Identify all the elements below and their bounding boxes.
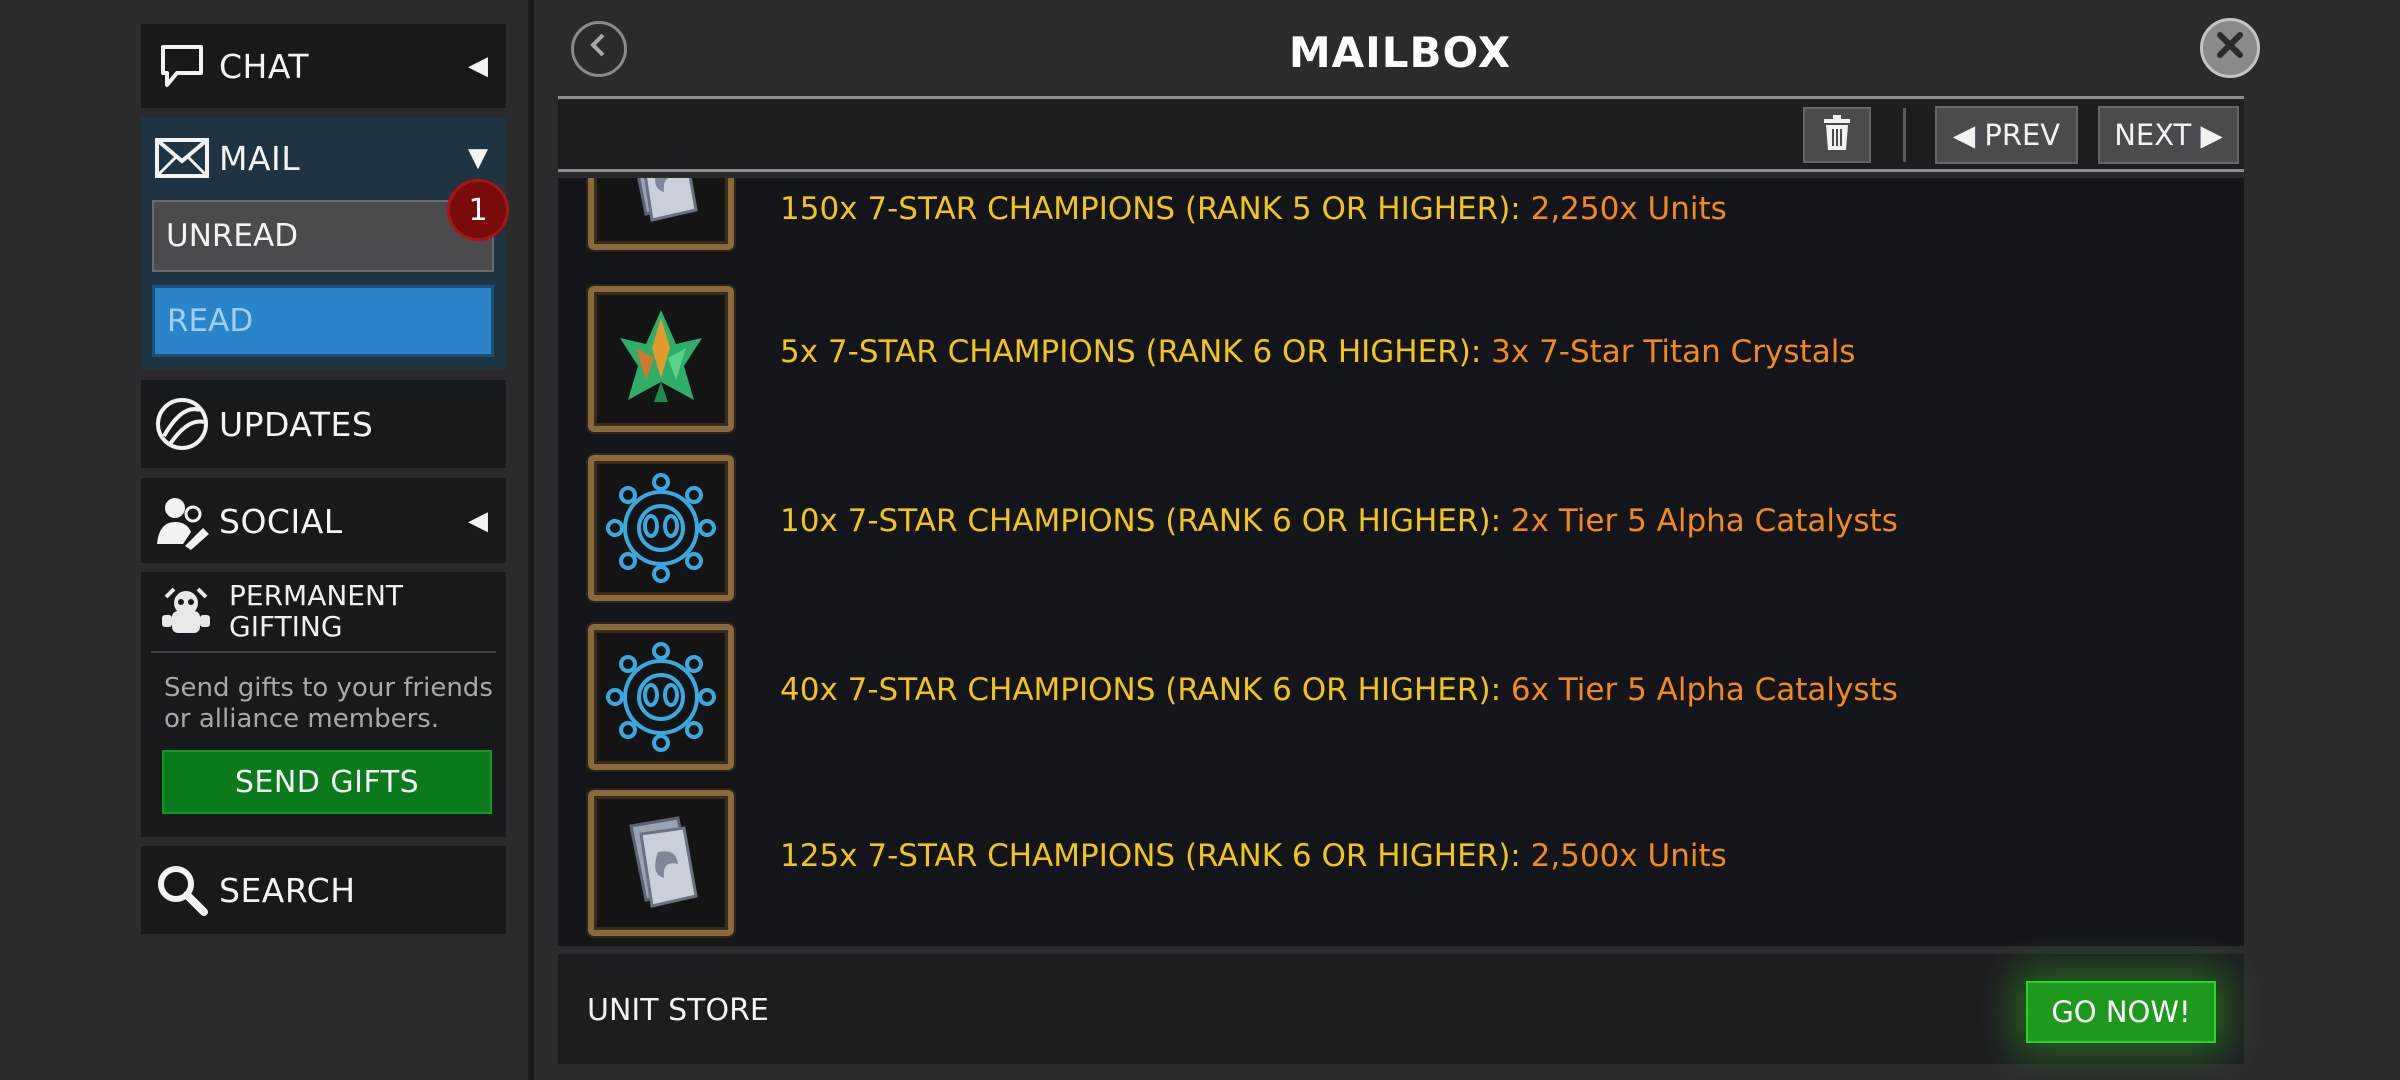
- toolbar-separator: [1903, 108, 1906, 162]
- units-card-icon: [586, 178, 736, 252]
- read-tab[interactable]: READ: [152, 285, 494, 357]
- reward-amount: 3x 7-Star Titan Crystals: [1491, 334, 1856, 370]
- updates-label: UPDATES: [219, 404, 374, 444]
- gifting-description: Send gifts to your friends or alliance m…: [164, 673, 493, 734]
- alpha-catalyst-icon: [586, 453, 736, 603]
- header-rule: [558, 96, 2244, 99]
- reward-requirement: 40x 7-STAR CHAMPIONS (RANK 6 OR HIGHER):: [780, 672, 1511, 708]
- people-icon: [151, 490, 213, 552]
- list-item: 5x 7-STAR CHAMPIONS (RANK 6 OR HIGHER): …: [558, 284, 2244, 436]
- reward-requirement: 5x 7-STAR CHAMPIONS (RANK 6 OR HIGHER):: [780, 334, 1492, 370]
- reward-amount: 2,250x Units: [1530, 191, 1727, 227]
- alpha-catalyst-icon: [586, 622, 736, 772]
- sidebar-item-search[interactable]: SEARCH: [141, 846, 506, 934]
- mail-reward-list[interactable]: 150x 7-STAR CHAMPIONS (RANK 5 OR HIGHER)…: [558, 178, 2244, 946]
- send-gifts-button[interactable]: SEND GIFTS: [162, 750, 492, 814]
- sidebar-divider: [528, 0, 534, 1080]
- close-button[interactable]: [2200, 18, 2260, 78]
- close-icon: [2215, 28, 2245, 69]
- list-item: 150x 7-STAR CHAMPIONS (RANK 5 OR HIGHER)…: [558, 178, 2244, 256]
- search-label: SEARCH: [219, 870, 356, 910]
- next-button[interactable]: NEXT ▶: [2098, 106, 2239, 164]
- gifting-divider: [151, 651, 496, 653]
- unread-count-badge: 1: [447, 179, 509, 241]
- reward-requirement: 125x 7-STAR CHAMPIONS (RANK 6 OR HIGHER)…: [780, 838, 1531, 874]
- units-card-icon: [586, 788, 736, 938]
- list-item: 125x 7-STAR CHAMPIONS (RANK 6 OR HIGHER)…: [558, 788, 2244, 940]
- chat-label: CHAT: [219, 46, 310, 86]
- social-collapse-arrow-icon: ◀: [468, 506, 488, 536]
- reward-amount: 2x Tier 5 Alpha Catalysts: [1510, 503, 1898, 539]
- chat-bubble-icon: [151, 35, 213, 97]
- globe-icon: [151, 393, 213, 455]
- mail-expand-arrow-icon: ▼: [468, 143, 488, 173]
- unread-tab[interactable]: UNREAD: [152, 200, 494, 272]
- list-item: 10x 7-STAR CHAMPIONS (RANK 6 OR HIGHER):…: [558, 453, 2244, 605]
- toolbar-rule: [558, 169, 2244, 172]
- social-label: SOCIAL: [219, 501, 343, 541]
- sidebar: CHAT ◀ MAIL ▼ UNREAD 1 READ UPDATES SOCI…: [0, 0, 532, 1080]
- gifting-title: PERMANENT GIFTING: [229, 579, 404, 643]
- unit-store-panel: [558, 954, 2244, 1064]
- reward-requirement: 150x 7-STAR CHAMPIONS (RANK 5 OR HIGHER)…: [780, 191, 1531, 227]
- mail-label: MAIL: [219, 138, 301, 178]
- prev-button[interactable]: ◀ PREV: [1935, 106, 2078, 164]
- sidebar-item-chat[interactable]: CHAT ◀: [141, 24, 506, 108]
- go-now-button[interactable]: GO NOW!: [2026, 981, 2216, 1043]
- trash-icon: [1822, 115, 1852, 155]
- list-item: 40x 7-STAR CHAMPIONS (RANK 6 OR HIGHER):…: [558, 622, 2244, 774]
- search-icon: [151, 859, 213, 921]
- envelope-icon: [151, 127, 213, 189]
- sidebar-item-updates[interactable]: UPDATES: [141, 380, 506, 468]
- sidebar-item-social[interactable]: SOCIAL ◀: [141, 478, 506, 563]
- gift-creature-icon: [155, 580, 217, 642]
- reward-amount: 2,500x Units: [1530, 838, 1727, 874]
- unit-store-label: UNIT STORE: [587, 993, 769, 1028]
- reward-requirement: 10x 7-STAR CHAMPIONS (RANK 6 OR HIGHER):: [780, 503, 1511, 539]
- page-title: MAILBOX: [1288, 28, 1512, 77]
- reward-amount: 6x Tier 5 Alpha Catalysts: [1510, 672, 1898, 708]
- titan-crystal-icon: [586, 284, 736, 434]
- delete-button[interactable]: [1803, 107, 1871, 163]
- chat-collapse-arrow-icon: ◀: [468, 51, 488, 81]
- permanent-gifting-panel: PERMANENT GIFTING Send gifts to your fri…: [141, 572, 506, 837]
